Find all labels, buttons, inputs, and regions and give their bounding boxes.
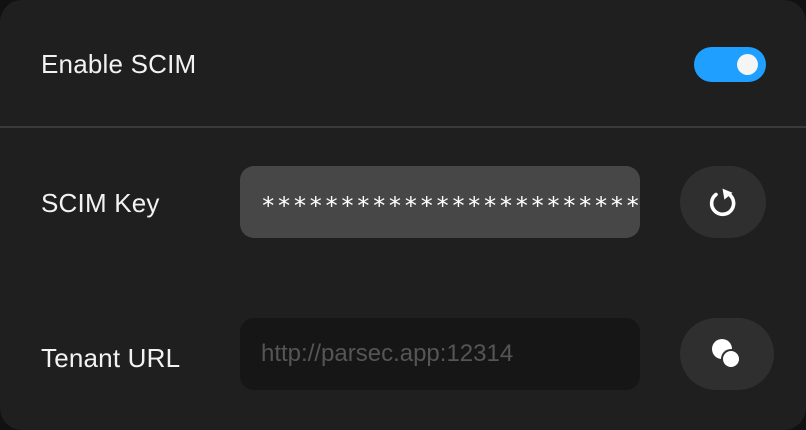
tenant-url-placeholder: http://parsec.app:12314 bbox=[261, 340, 514, 367]
refresh-icon bbox=[709, 188, 736, 217]
enable-scim-label: Enable SCIM bbox=[41, 49, 197, 79]
regenerate-key-button[interactable] bbox=[680, 166, 766, 238]
copy-icon bbox=[712, 339, 741, 369]
scim-key-label: SCIM Key bbox=[41, 188, 160, 218]
tenant-url-field[interactable]: http://parsec.app:12314 bbox=[240, 318, 640, 390]
enable-scim-toggle[interactable] bbox=[694, 47, 766, 82]
toggle-knob bbox=[737, 54, 758, 75]
scim-settings-panel: Enable SCIM SCIM Key *******************… bbox=[0, 0, 806, 430]
scim-key-value: ************************ bbox=[261, 192, 640, 220]
section-divider bbox=[0, 126, 806, 128]
copy-url-button[interactable] bbox=[680, 318, 774, 390]
tenant-url-label: Tenant URL bbox=[41, 343, 181, 373]
scim-key-field[interactable]: ************************ bbox=[240, 166, 640, 238]
